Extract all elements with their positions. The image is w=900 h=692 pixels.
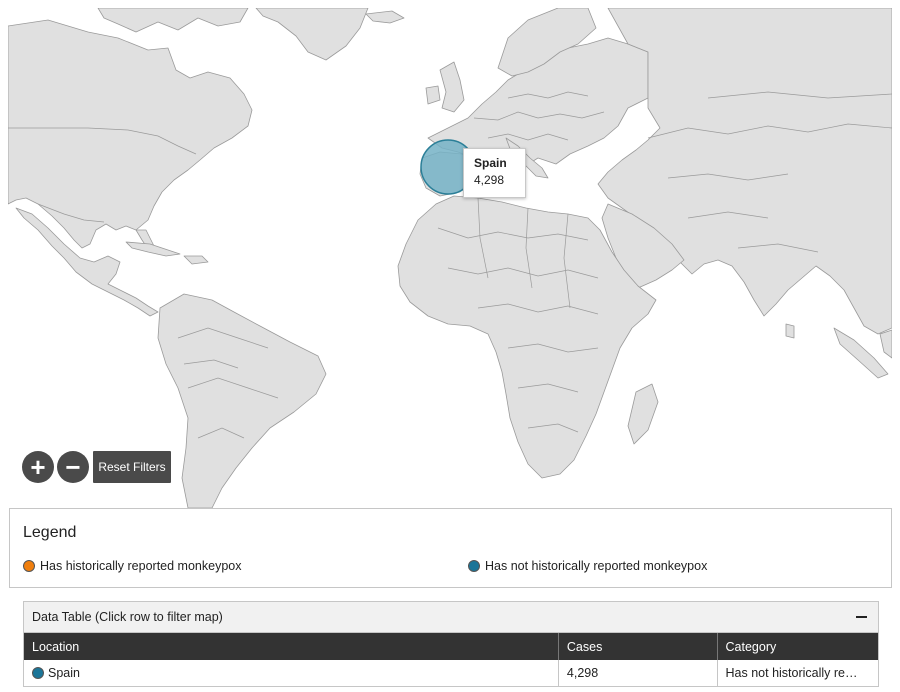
legend-item-label: Has not historically reported monkeypox	[485, 559, 708, 573]
land-arctic-islands	[97, 8, 249, 33]
zoom-in-button[interactable]: +	[22, 451, 54, 483]
data-table: Data Table (Click row to filter map) Loc…	[23, 601, 879, 687]
land-north-america	[8, 19, 253, 249]
table-row[interactable]: Spain 4,298 Has not historically re…	[24, 660, 878, 686]
cell-cases: 4,298	[558, 660, 718, 686]
minus-icon: −	[65, 452, 81, 482]
land-uk	[439, 61, 465, 113]
data-table-title: Data Table (Click row to filter map)	[32, 610, 223, 624]
blue-dot-icon	[468, 560, 480, 572]
map-svg[interactable]	[8, 8, 892, 508]
data-table-grid: Location Cases Category Spain 4,298 Has …	[24, 633, 878, 686]
legend-panel: Legend Has historically reported monkeyp…	[9, 508, 892, 588]
cell-location-text: Spain	[48, 666, 80, 680]
legend-title: Legend	[23, 524, 77, 541]
cell-location: Spain	[24, 660, 559, 686]
land-iceland	[365, 10, 405, 24]
tooltip-country: Spain	[474, 156, 507, 170]
data-table-header[interactable]: Data Table (Click row to filter map)	[24, 602, 878, 633]
tooltip-value: 4,298	[474, 173, 505, 187]
column-header-cases[interactable]: Cases	[558, 633, 718, 660]
reset-filters-button[interactable]: Reset Filters	[93, 451, 171, 483]
land-greenland	[255, 8, 369, 61]
land-hispaniola	[183, 255, 209, 265]
plus-icon: +	[30, 452, 46, 482]
land-sumatra	[833, 327, 889, 379]
land-south-america	[157, 293, 327, 508]
minus-icon[interactable]	[856, 611, 868, 623]
column-header-category[interactable]: Category	[717, 633, 878, 660]
land-borneo	[879, 329, 892, 359]
land-ireland	[425, 85, 441, 105]
legend-item-label: Has historically reported monkeypox	[40, 559, 242, 573]
orange-dot-icon	[23, 560, 35, 572]
column-header-location[interactable]: Location	[24, 633, 559, 660]
world-map[interactable]: Spain 4,298	[8, 8, 892, 508]
map-tooltip: Spain 4,298	[463, 148, 526, 198]
table-header-row: Location Cases Category	[24, 633, 878, 660]
legend-item-not-historical: Has not historically reported monkeypox	[468, 559, 707, 573]
zoom-out-button[interactable]: −	[57, 451, 89, 483]
cell-category: Has not historically re…	[725, 666, 858, 680]
blue-dot-icon	[32, 667, 44, 679]
land-madagascar	[627, 383, 659, 445]
legend-item-historical: Has historically reported monkeypox	[23, 559, 241, 573]
land-sri-lanka	[785, 323, 795, 339]
